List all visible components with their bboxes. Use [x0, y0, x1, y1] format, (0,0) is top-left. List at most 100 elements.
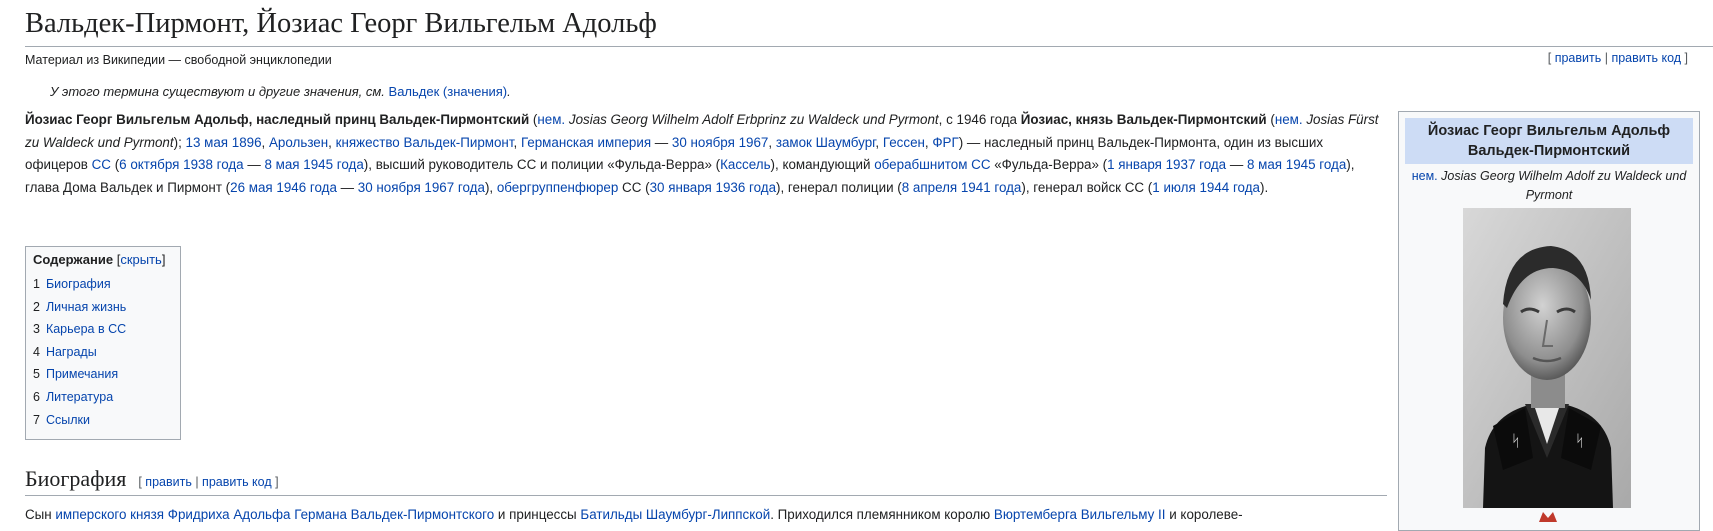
bracket-open: [	[1547, 51, 1555, 65]
lead-text: ), генерал войск СС (	[1021, 179, 1153, 195]
toc-number: 5	[33, 367, 40, 382]
subject-name: Йозиас Георг Вильгельм Адольф, наследный…	[25, 112, 530, 127]
hatnote-disambig-link[interactable]: Вальдек (значения)	[389, 84, 508, 99]
lead-text: —	[651, 134, 672, 150]
table-of-contents: Содержание [скрыть] 1 Биография 2 Личная ж…	[25, 246, 181, 440]
site-tagline: Материал из Википедии — свободной энцикл…	[25, 53, 332, 67]
lead-text: ,	[513, 134, 521, 150]
toc-title: Содержание	[33, 252, 114, 267]
father-link[interactable]: имперского князя Фридриха Адольфа Герман…	[55, 507, 494, 522]
lang-de-link[interactable]: нем.	[537, 112, 565, 127]
portrait-photo[interactable]: ᛋ ᛋ	[1463, 208, 1631, 508]
date-link[interactable]: 26 мая 1946 года	[230, 180, 337, 195]
biography-paragraph: Сын имперского князя Фридриха Адольфа Ге…	[25, 504, 1387, 526]
toc-number: 4	[33, 344, 40, 359]
bio-text: и королеве-	[1165, 507, 1243, 522]
toc-item[interactable]: 3 Карьера в СС	[33, 318, 173, 341]
infobox-title: Йозиас Георг Вильгельм Адольф Вальдек-Пи…	[1405, 118, 1693, 164]
toc-toggle-bracket: ]	[161, 252, 166, 267]
toc-item[interactable]: 4 Награды	[33, 341, 173, 364]
toc-item[interactable]: 1 Биография	[33, 273, 173, 296]
lead-text: ).	[1259, 179, 1269, 195]
frg-link[interactable]: ФРГ	[932, 135, 958, 150]
toc-link[interactable]: Карьера в СС	[46, 322, 126, 336]
date-link[interactable]: 30 ноября 1967 года	[358, 180, 485, 195]
ss-link[interactable]: СС	[92, 157, 111, 172]
svg-text:ᛋ: ᛋ	[1511, 431, 1521, 450]
hessen-link[interactable]: Гессен	[883, 135, 925, 150]
lang-de-link[interactable]: нем.	[1275, 112, 1303, 127]
german-name: Josias Georg Wilhelm Adolf Erbprinz zu W…	[565, 112, 939, 127]
lead-text: СС (	[618, 179, 650, 195]
toc-item[interactable]: 7 Ссылки	[33, 409, 173, 432]
hatnote-end: .	[507, 84, 511, 99]
date-link[interactable]: 1 января 1937 года	[1107, 157, 1226, 172]
date-link[interactable]: 8 мая 1945 года	[264, 157, 363, 172]
date-link[interactable]: 8 мая 1945 года	[1247, 157, 1346, 172]
toc-toggle-link[interactable]: скрыть	[120, 252, 162, 267]
section-edit-links: [ править | править код ]	[138, 475, 278, 489]
lead-text: ,	[768, 134, 776, 150]
toc-link[interactable]: Личная жизнь	[46, 300, 126, 314]
toc-list: 1 Биография 2 Личная жизнь 3 Карьера в СС 4…	[33, 273, 173, 431]
lead-text: ), генерал полиции (	[776, 179, 902, 195]
mother-link[interactable]: Батильды Шаумбург-Липпской	[580, 507, 770, 522]
page-title: Вальдек-Пирмонт, Йозиас Георг Вильгельм …	[25, 4, 1713, 47]
toc-link[interactable]: Биография	[46, 277, 111, 291]
lead-text: —	[1226, 157, 1247, 172]
lead-text: —	[336, 179, 358, 195]
hatnote-text: У этого термина существуют и другие знач…	[50, 84, 389, 99]
date-link[interactable]: 6 октября 1938 года	[119, 157, 243, 172]
toc-link[interactable]: Литература	[46, 390, 113, 404]
edit-code-link[interactable]: править код	[1611, 51, 1681, 65]
subject-title: Йозиас, князь Вальдек-Пирмонтский	[1020, 112, 1267, 127]
castle-link[interactable]: замок Шаумбург	[776, 135, 876, 150]
lead-text: ), высший руководитель СС и полиции «Фул…	[363, 157, 721, 172]
page-edit-links: [ править | править код ]	[1548, 51, 1688, 65]
hatnote: У этого термина существуют и другие знач…	[50, 84, 511, 99]
lead-text: (	[110, 157, 120, 172]
toc-number: 3	[33, 322, 40, 337]
edit-link[interactable]: править	[1555, 51, 1602, 65]
portrait-image: ᛋ ᛋ	[1463, 208, 1631, 508]
toc-item[interactable]: 5 Примечания	[33, 363, 173, 386]
oberabschnitt-link[interactable]: оберабшнитом СС	[874, 157, 990, 172]
lead-text: );	[173, 134, 186, 150]
bio-text: Сын	[25, 507, 56, 522]
german-empire-link[interactable]: Германская империя	[521, 135, 651, 150]
lead-text: , с 1946 года	[938, 112, 1021, 127]
toc-header: Содержание [скрыть]	[33, 252, 173, 267]
infobox-native-name: нем. Josias Georg Wilhelm Adolf zu Walde…	[1399, 164, 1699, 205]
toc-item[interactable]: 6 Литература	[33, 386, 173, 409]
obergruppenfuhrer-link[interactable]: обергруппенфюрер	[497, 180, 618, 195]
king-link[interactable]: Вюртемберга Вильгельму II	[994, 507, 1166, 522]
section-edit-code-link[interactable]: править код	[202, 475, 272, 489]
toc-number: 2	[33, 299, 40, 314]
date-link[interactable]: 1 июля 1944 года	[1152, 180, 1260, 195]
lead-text: ), командующий	[770, 157, 875, 172]
toc-number: 6	[33, 389, 40, 404]
separator: |	[191, 475, 203, 489]
toc-link[interactable]: Примечания	[46, 367, 118, 381]
arolsen-link[interactable]: Арользен	[269, 135, 328, 150]
lead-text: «Фульда-Верра» (	[990, 157, 1108, 172]
birth-date-link[interactable]: 13 мая 1896	[186, 135, 262, 150]
toc-link[interactable]: Награды	[46, 345, 97, 359]
date-link[interactable]: 8 апреля 1941 года	[902, 180, 1022, 195]
principality-link[interactable]: княжество Вальдек-Пирмонт	[336, 135, 514, 150]
lead-text: (	[1266, 112, 1275, 127]
bio-text: . Приходился племянником королю	[770, 507, 994, 522]
toc-item[interactable]: 2 Личная жизнь	[33, 296, 173, 319]
native-name-text: Josias Georg Wilhelm Adolf zu Waldeck un…	[1437, 169, 1687, 202]
section-heading-text: Биография	[25, 466, 127, 491]
section-heading-biography: Биография [ править | править код ]	[25, 466, 1387, 496]
date-link[interactable]: 30 января 1936 года	[650, 180, 776, 195]
lang-de-link[interactable]: нем.	[1412, 169, 1438, 183]
award-icon	[1537, 510, 1559, 525]
section-edit-link[interactable]: править	[145, 475, 192, 489]
lead-paragraph: Йозиас Георг Вильгельм Адольф, наследный…	[25, 109, 1387, 199]
lead-text: ,	[875, 134, 883, 150]
toc-link[interactable]: Ссылки	[46, 413, 90, 427]
kassel-link[interactable]: Кассель	[720, 157, 770, 172]
death-date-link[interactable]: 30 ноября 1967	[672, 135, 768, 150]
